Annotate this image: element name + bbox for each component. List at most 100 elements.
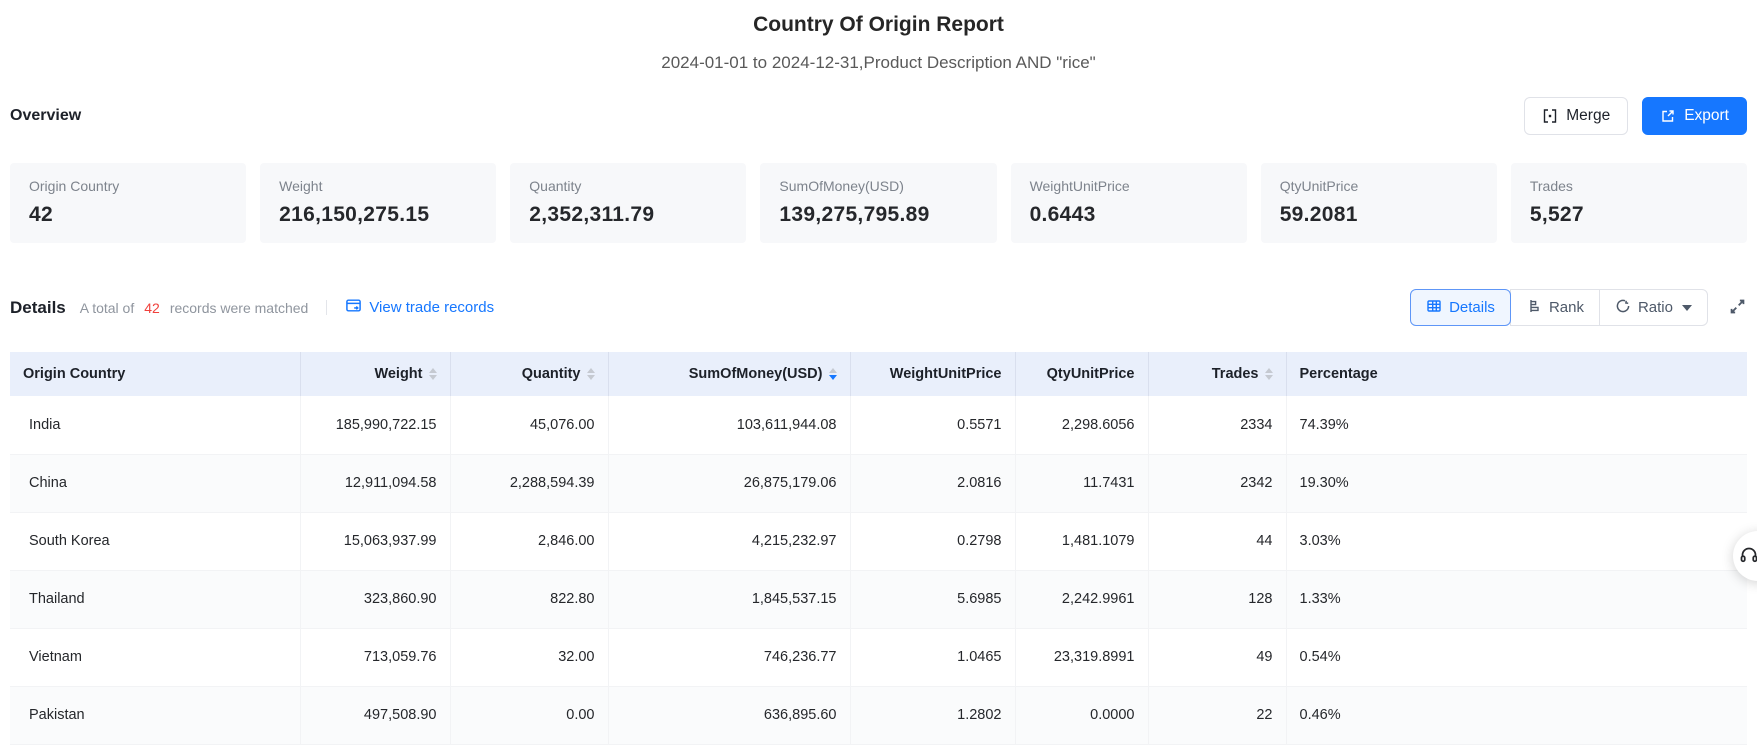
stat-card-origin-country: Origin Country 42 [10, 163, 247, 243]
table-row-thailand[interactable]: Thailand 323,860.90 822.80 1,845,537.15 5.69… [10, 570, 1747, 629]
cell-origin-country: Pakistan [10, 686, 301, 745]
cell-trades: 49 [1148, 628, 1287, 687]
column-header-label: QtyUnitPrice [1046, 366, 1135, 382]
sort-carets-icon[interactable] [1264, 368, 1273, 380]
cell-quantity: 32.00 [450, 628, 609, 687]
column-header-label: Weight [374, 366, 423, 382]
cell-trades: 2342 [1148, 454, 1287, 513]
column-header-quantity[interactable]: Quantity [450, 352, 609, 396]
stat-card-weight: Weight 216,150,275.15 [260, 163, 497, 243]
cell-sumofmoney-usd: 26,875,179.06 [608, 454, 851, 513]
cell-qtyunitprice: 0.0000 [1015, 686, 1149, 745]
cell-weightunitprice: 0.5571 [850, 396, 1016, 455]
table-row-vietnam[interactable]: Vietnam 713,059.76 32.00 746,236.77 1.0465 23… [10, 628, 1747, 687]
sort-carets-icon[interactable] [586, 368, 595, 380]
table-row-pakistan[interactable]: Pakistan 497,508.90 0.00 636,895.60 1.2802 0.… [10, 686, 1747, 745]
page-title: Country Of Origin Report [753, 13, 1004, 36]
cell-percentage: 74.39% [1286, 396, 1747, 455]
column-header-label: Percentage [1299, 366, 1378, 382]
stat-card-value: 0.6443 [1029, 203, 1096, 226]
merge-button[interactable]: Merge [1524, 97, 1629, 135]
tab-rank-label: Rank [1548, 299, 1584, 316]
summary-prefix: A total of [79, 299, 135, 316]
stat-card-weightunitprice: WeightUnitPrice 0.6443 [1010, 163, 1247, 243]
column-header-weight[interactable]: Weight [300, 352, 451, 396]
merge-cells-icon [1542, 108, 1558, 124]
cell-trades: 22 [1148, 686, 1287, 745]
cell-weightunitprice: 5.6985 [850, 570, 1016, 629]
cell-weightunitprice: 1.2802 [850, 686, 1016, 745]
overview-header-row: Overview Merge Export [10, 97, 1747, 135]
cell-weight: 323,860.90 [300, 570, 451, 629]
overview-heading: Overview [10, 107, 82, 124]
cell-weightunitprice: 2.0816 [850, 454, 1016, 513]
stat-card-quantity: Quantity 2,352,311.79 [510, 163, 747, 243]
stat-card-label: SumOfMoney(USD) [779, 178, 904, 194]
export-button-label: Export [1684, 107, 1729, 124]
table-row-south-korea[interactable]: South Korea 15,063,937.99 2,846.00 4,215,23… [10, 512, 1747, 571]
column-header-label: WeightUnitPrice [889, 366, 1002, 382]
cell-quantity: 2,846.00 [450, 512, 609, 571]
cell-origin-country: Thailand [10, 570, 301, 629]
report-subtitle: 2024-01-01 to 2024-12-31,Product Descrip… [661, 53, 1096, 72]
view-trade-records-link[interactable]: View trade records [345, 297, 494, 318]
cell-trades: 44 [1148, 512, 1287, 571]
stat-card-trades: Trades 5,527 [1510, 163, 1747, 243]
vertical-divider [326, 300, 328, 315]
column-header-qtyunitprice: QtyUnitPrice [1015, 352, 1149, 396]
table-body: India 185,990,722.15 45,076.00 103,611,944.… [10, 396, 1747, 745]
sort-carets-icon[interactable] [828, 368, 837, 380]
table-row-china[interactable]: China 12,911,094.58 2,288,594.39 26,875,179… [10, 454, 1747, 513]
cell-quantity: 822.80 [450, 570, 609, 629]
column-header-sumofmoney-usd[interactable]: SumOfMoney(USD) [608, 352, 851, 396]
cell-qtyunitprice: 2,298.6056 [1015, 396, 1149, 455]
cell-origin-country: South Korea [10, 512, 301, 571]
tab-ratio[interactable]: Ratio [1598, 289, 1708, 326]
cell-origin-country: India [10, 396, 301, 455]
tab-details[interactable]: Details [1410, 289, 1511, 326]
column-header-label: SumOfMoney(USD) [688, 366, 823, 382]
cell-sumofmoney-usd: 746,236.77 [608, 628, 851, 687]
column-header-origin-country: Origin Country [10, 352, 301, 396]
pie-ring-icon [1615, 298, 1631, 318]
sort-carets-icon[interactable] [428, 368, 437, 380]
stat-card-label: Quantity [529, 178, 582, 194]
fullscreen-expand-icon [1728, 297, 1747, 319]
tab-rank[interactable]: Rank [1509, 289, 1600, 326]
fullscreen-button[interactable] [1728, 297, 1747, 319]
column-header-percentage: Percentage [1286, 352, 1747, 396]
details-table: Origin Country Weight Quantity SumOfMoney(U… [10, 352, 1747, 745]
cell-trades: 128 [1148, 570, 1287, 629]
cell-weight: 15,063,937.99 [300, 512, 451, 571]
cell-percentage: 0.46% [1286, 686, 1747, 745]
column-header-label: Origin Country [23, 366, 126, 382]
toolbar: Merge Export [1524, 97, 1747, 135]
merge-button-label: Merge [1566, 107, 1611, 124]
column-header-weightunitprice: WeightUnitPrice [850, 352, 1016, 396]
cell-percentage: 19.30% [1286, 454, 1747, 513]
tab-details-label: Details [1449, 299, 1495, 316]
table-icon [1426, 298, 1442, 318]
table-row-india[interactable]: India 185,990,722.15 45,076.00 103,611,944.… [10, 396, 1747, 455]
external-link-icon [1660, 108, 1676, 124]
summary-suffix: records were matched [169, 299, 309, 316]
stat-card-value: 216,150,275.15 [279, 203, 430, 226]
stat-card-value: 139,275,795.89 [779, 203, 930, 226]
cell-origin-country: Vietnam [10, 628, 301, 687]
cell-qtyunitprice: 23,319.8991 [1015, 628, 1149, 687]
overview-cards: Origin Country 42 Weight 216,150,275.15 Quan… [10, 163, 1747, 243]
export-button[interactable]: Export [1642, 97, 1747, 135]
cell-quantity: 2,288,594.39 [450, 454, 609, 513]
cell-trades: 2334 [1148, 396, 1287, 455]
cell-percentage: 3.03% [1286, 512, 1747, 571]
column-header-trades[interactable]: Trades [1148, 352, 1287, 396]
caret-down-icon [1682, 304, 1692, 311]
stat-card-label: Trades [1529, 178, 1573, 194]
cell-percentage: 0.54% [1286, 628, 1747, 687]
cell-quantity: 45,076.00 [450, 396, 609, 455]
cell-weight: 497,508.90 [300, 686, 451, 745]
cell-percentage: 1.33% [1286, 570, 1747, 629]
matched-count: 42 [144, 299, 160, 316]
stat-card-value: 59.2081 [1279, 203, 1358, 226]
trade-records-icon [345, 297, 362, 318]
